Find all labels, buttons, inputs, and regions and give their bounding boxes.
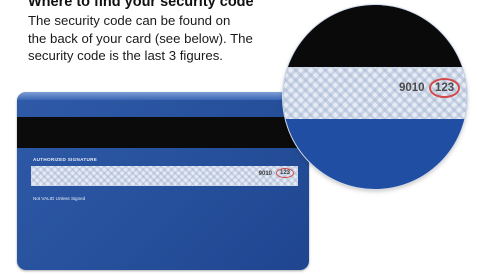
card-back-illustration: AUTHORIZED SIGNATURE 9010 123 Not VALID … <box>17 92 309 270</box>
description-line-2: the back of your card (see below). The <box>28 30 253 46</box>
page-title: Where to find your security code <box>28 0 254 10</box>
card-number-tail: 9010 <box>258 171 272 177</box>
signature-label: AUTHORIZED SIGNATURE <box>33 157 98 162</box>
zoom-signature-panel: 9010 123 <box>283 67 467 119</box>
zoom-card-number-tail: 9010 <box>399 82 425 94</box>
zoom-security-code: 123 <box>429 78 461 98</box>
description-line-1: The security code can be found on <box>28 13 231 28</box>
magnetic-stripe <box>17 117 309 148</box>
description-text: The security code can be found on the ba… <box>28 12 308 65</box>
signature-panel: 9010 123 <box>31 166 298 186</box>
security-code-highlight: 123 <box>275 168 294 178</box>
zoom-magnetic-stripe <box>283 5 467 67</box>
zoom-magnifier: 9010 123 <box>283 5 467 189</box>
not-valid-disclaimer: Not VALID Unless Signed <box>33 196 86 201</box>
description-line-3: security code is the last 3 figures. <box>28 48 223 63</box>
card-top-edge <box>17 92 309 100</box>
